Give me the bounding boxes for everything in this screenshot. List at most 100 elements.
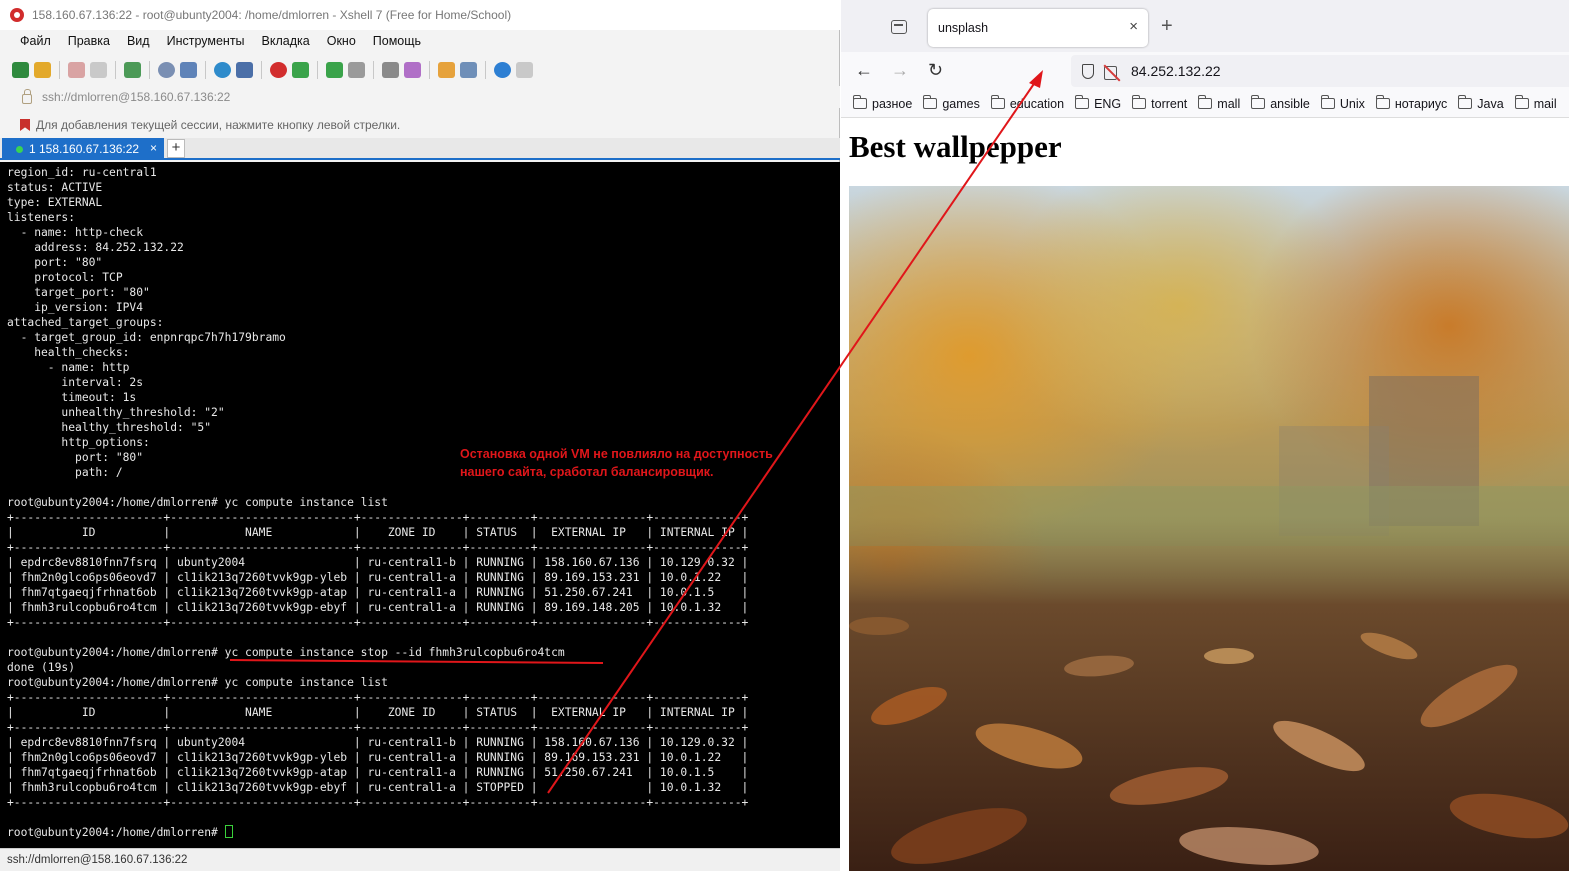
close-tab-icon[interactable]: × bbox=[1129, 18, 1138, 35]
globe-icon[interactable] bbox=[214, 62, 231, 78]
new-session-icon[interactable] bbox=[12, 62, 29, 78]
terminal-line: http_options: bbox=[7, 436, 150, 449]
keyboard-icon[interactable] bbox=[382, 62, 399, 78]
close-tab-icon[interactable]: × bbox=[150, 141, 157, 155]
reload-icon[interactable]: ↻ bbox=[928, 60, 943, 81]
insecure-lock-icon[interactable] bbox=[1104, 66, 1117, 80]
tab-label: 1 158.160.67.136:22 bbox=[29, 142, 140, 156]
terminal-line: +----------------------+----------------… bbox=[7, 541, 749, 554]
tab-session-1[interactable]: 1 158.160.67.136:22 × bbox=[2, 138, 164, 160]
terminal-line: +----------------------+----------------… bbox=[7, 721, 749, 734]
terminal-line: listeners: bbox=[7, 211, 76, 224]
open-folder-icon[interactable] bbox=[34, 62, 51, 78]
terminal[interactable]: region_id: ru-central1 status: ACTIVE ty… bbox=[0, 162, 840, 848]
bookmark-folder[interactable]: mall bbox=[1198, 95, 1241, 111]
terminal-line: +----------------------+----------------… bbox=[7, 796, 749, 809]
browser-tab-title: unsplash bbox=[938, 21, 989, 35]
annotation-text: Остановка одной VM не повлияло на доступ… bbox=[460, 445, 773, 481]
new-tab-group-icon[interactable] bbox=[438, 62, 455, 78]
folder-icon bbox=[853, 95, 867, 109]
new-tab-button[interactable]: + bbox=[1161, 16, 1173, 36]
menu-file[interactable]: Файл bbox=[10, 32, 58, 54]
search-icon[interactable] bbox=[158, 62, 175, 78]
menu-tab[interactable]: Вкладка bbox=[252, 32, 317, 54]
bookmark-label: Java bbox=[1477, 96, 1504, 111]
bookmark-folder[interactable]: Java bbox=[1458, 95, 1504, 111]
terminal-line: root@ubunty2004:/home/dmlorren# yc compu… bbox=[7, 646, 565, 659]
terminal-line: +----------------------+----------------… bbox=[7, 511, 749, 524]
xshell-toolbar bbox=[12, 59, 533, 81]
connect-icon[interactable] bbox=[68, 62, 85, 78]
bookmark-folder[interactable]: torrent bbox=[1132, 95, 1188, 111]
xshell-title-bar[interactable]: 158.160.67.136:22 - root@ubunty2004: /ho… bbox=[0, 0, 840, 30]
bookmark-folder[interactable]: education bbox=[990, 95, 1065, 111]
terminal-line: protocol: TCP bbox=[7, 271, 123, 284]
folder-icon bbox=[990, 95, 1005, 109]
folder-icon bbox=[1375, 95, 1390, 109]
url-bar[interactable]: 84.252.132.22 bbox=[1071, 55, 1569, 87]
terminal-line: interval: 2s bbox=[7, 376, 144, 389]
disconnect-icon[interactable] bbox=[90, 62, 107, 78]
font-icon[interactable] bbox=[236, 62, 253, 78]
terminal-line: target_port: "80" bbox=[7, 286, 150, 299]
help-icon[interactable] bbox=[494, 62, 511, 78]
menu-view[interactable]: Вид bbox=[117, 32, 157, 54]
bookmark-label: mail bbox=[1533, 96, 1557, 111]
session-address: ssh://dmlorren@158.160.67.136:22 bbox=[42, 90, 231, 104]
bookmark-label: нотариус bbox=[1394, 96, 1448, 111]
terminal-line: - name: http bbox=[7, 361, 130, 374]
list-all-tabs-icon[interactable] bbox=[891, 20, 907, 34]
bookmark-label: torrent bbox=[1151, 96, 1188, 111]
terminal-line: | fhm7qtgaeqjfrhnat6ob | cl1ik213q7260tv… bbox=[7, 766, 749, 779]
terminal-line: timeout: 1s bbox=[7, 391, 137, 404]
bookmark-label: ENG bbox=[1094, 96, 1122, 111]
bookmarks-toolbar: разное games education ENG torrent mall … bbox=[841, 90, 1569, 118]
layout-icon[interactable] bbox=[460, 62, 477, 78]
terminal-line: | ID | NAME | ZONE ID | STATUS | EXTERNA… bbox=[7, 706, 749, 719]
xshell-address-bar[interactable]: ssh://dmlorren@158.160.67.136:22 bbox=[0, 86, 840, 108]
bookmark-folder[interactable]: ENG bbox=[1075, 95, 1122, 111]
add-tab-button[interactable]: + bbox=[167, 139, 185, 158]
copy-icon[interactable] bbox=[180, 62, 197, 78]
fullscreen-icon[interactable] bbox=[326, 62, 343, 78]
back-icon[interactable]: ← bbox=[855, 60, 873, 81]
bookmark-folder[interactable]: нотариус bbox=[1375, 95, 1448, 111]
bookmark-folder[interactable]: ansible bbox=[1251, 95, 1310, 111]
folder-icon bbox=[1514, 95, 1529, 109]
properties-icon[interactable] bbox=[124, 62, 141, 78]
bookmark-folder[interactable]: Unix bbox=[1320, 95, 1365, 111]
bookmark-folder[interactable]: разное bbox=[853, 95, 912, 111]
menu-edit[interactable]: Правка bbox=[58, 32, 117, 54]
forward-icon[interactable]: → bbox=[891, 60, 909, 81]
bookmark-folder[interactable]: games bbox=[923, 95, 980, 111]
url-text[interactable]: 84.252.132.22 bbox=[1131, 63, 1221, 79]
folder-icon bbox=[1251, 95, 1266, 109]
terminal-line: done (19s) bbox=[7, 661, 76, 674]
bookmark-label: education bbox=[1009, 96, 1065, 111]
xshell-status-bar: ssh://dmlorren@158.160.67.136:22 bbox=[0, 848, 840, 871]
lock-icon[interactable] bbox=[348, 62, 365, 78]
tracking-shield-icon[interactable] bbox=[1082, 63, 1094, 79]
bookmark-label: mall bbox=[1217, 96, 1241, 111]
terminal-line: health_checks: bbox=[7, 346, 130, 359]
bookmark-icon[interactable] bbox=[20, 119, 30, 131]
chat-icon[interactable] bbox=[516, 62, 533, 78]
menu-help[interactable]: Помощь bbox=[363, 32, 428, 54]
browser-tab-unsplash[interactable]: unsplash × bbox=[928, 9, 1148, 47]
terminal-line: | fhm7qtgaeqjfrhnat6ob | cl1ik213q7260tv… bbox=[7, 586, 749, 599]
terminal-line: address: 84.252.132.22 bbox=[7, 241, 184, 254]
xshell-title: 158.160.67.136:22 - root@ubunty2004: /ho… bbox=[32, 8, 512, 22]
terminal-line: unhealthy_threshold: "2" bbox=[7, 406, 225, 419]
terminal-line: root@ubunty2004:/home/dmlorren# bbox=[7, 826, 225, 839]
compose-icon[interactable] bbox=[404, 62, 421, 78]
menu-tools[interactable]: Инструменты bbox=[157, 32, 252, 54]
xftp-icon[interactable] bbox=[270, 62, 287, 78]
browser-tab-bar: unsplash × + bbox=[841, 0, 1569, 52]
xmanager-icon[interactable] bbox=[292, 62, 309, 78]
menu-window[interactable]: Окно bbox=[317, 32, 363, 54]
bookmark-folder[interactable]: mail bbox=[1514, 95, 1557, 111]
terminal-line: port: "80" bbox=[7, 256, 103, 269]
folder-icon bbox=[1132, 95, 1147, 109]
terminal-line: | ID | NAME | ZONE ID | STATUS | EXTERNA… bbox=[7, 526, 749, 539]
bookmark-label: ansible bbox=[1270, 96, 1310, 111]
